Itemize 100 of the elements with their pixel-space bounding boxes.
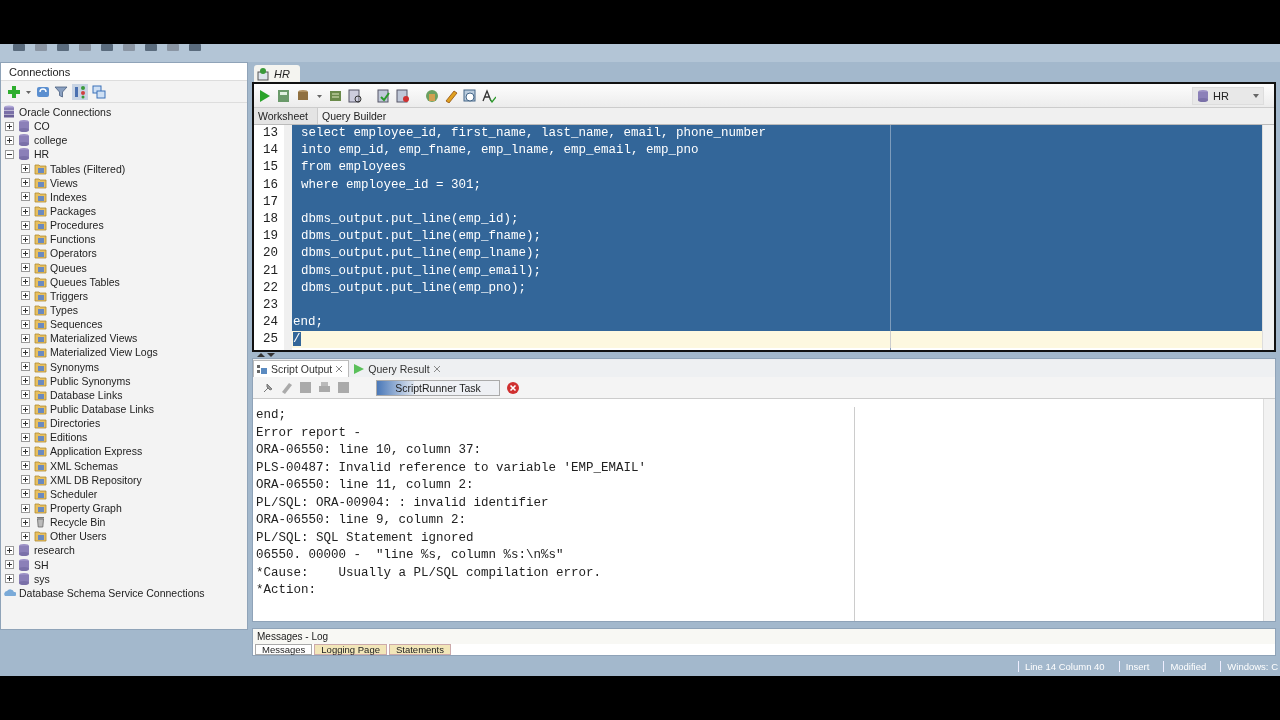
tab[interactable]: Statements [388, 644, 451, 655]
expand-icon[interactable] [5, 121, 14, 131]
tree-item[interactable]: Public Synonyms [50, 374, 131, 387]
expand-icon[interactable] [21, 305, 30, 315]
tab[interactable]: Logging Page [314, 644, 387, 655]
expand-icon[interactable] [21, 178, 30, 188]
expand-icon[interactable] [21, 432, 30, 442]
tree-item[interactable]: Database Links [50, 388, 123, 401]
expand-icon[interactable] [5, 135, 14, 145]
tree-item[interactable]: college [34, 134, 68, 147]
expand-icon[interactable] [21, 489, 30, 499]
expand-icon[interactable] [21, 263, 30, 273]
add-icon[interactable] [7, 84, 21, 99]
expand-icon[interactable] [21, 248, 30, 258]
refresh-icon[interactable] [36, 84, 50, 99]
tree-item[interactable]: Triggers [50, 289, 89, 302]
tree-item[interactable]: Sequences [50, 318, 103, 331]
close-icon[interactable] [432, 364, 441, 373]
tree-item[interactable]: Database Schema Service Connections [19, 586, 205, 599]
filter-icon[interactable] [54, 84, 68, 99]
tree-item[interactable]: Other Users [50, 530, 107, 543]
expand-icon[interactable] [21, 220, 30, 230]
expand-icon[interactable] [21, 446, 30, 456]
tree-item[interactable]: CO [34, 120, 50, 133]
run-icon[interactable] [258, 88, 272, 103]
rollback-icon[interactable] [396, 88, 410, 103]
expand-icon[interactable] [21, 234, 30, 244]
expand-icon[interactable] [21, 362, 30, 372]
expand-icon[interactable] [21, 319, 30, 329]
close-icon[interactable] [335, 365, 344, 373]
tree-item[interactable]: HR [34, 148, 50, 161]
tree-item[interactable]: Queues [50, 261, 87, 274]
tree-item[interactable]: Packages [50, 205, 97, 218]
expand-icon[interactable] [5, 574, 14, 584]
expand-icon[interactable] [21, 404, 30, 414]
connection-dropdown[interactable]: HR [1192, 86, 1264, 105]
tree-item[interactable]: Scheduler [50, 487, 98, 500]
pin-icon[interactable] [261, 381, 274, 394]
expand-icon[interactable] [21, 517, 30, 527]
format-icon[interactable] [482, 88, 496, 103]
tab[interactable]: Worksheet [254, 108, 318, 124]
tree-item[interactable]: Oracle Connections [19, 106, 112, 119]
tree-item[interactable]: Indexes [50, 190, 87, 203]
tree-item[interactable]: research [34, 544, 75, 557]
tree-item[interactable]: Synonyms [50, 360, 100, 373]
toolbar-icon[interactable] [56, 44, 70, 52]
tree-item[interactable]: Public Database Links [50, 403, 154, 415]
tree-item[interactable]: Recycle Bin [50, 516, 106, 529]
tree-item[interactable]: Editions [50, 431, 88, 444]
scrollbar[interactable] [1263, 399, 1275, 621]
tab[interactable]: Query Builder [318, 108, 393, 124]
database-icon[interactable] [296, 88, 310, 103]
tree-item[interactable]: Queues Tables [50, 275, 120, 288]
tree-item[interactable]: Functions [50, 233, 96, 246]
expand-icon[interactable] [21, 206, 30, 216]
tab[interactable]: Query Result [351, 360, 446, 377]
collapse-icon[interactable] [5, 150, 14, 159]
expand-icon[interactable] [21, 531, 30, 541]
expand-icon[interactable] [21, 376, 30, 386]
expand-icon[interactable] [21, 291, 30, 301]
tree-item[interactable]: XML Schemas [50, 459, 118, 472]
tree-item[interactable]: SH [34, 558, 49, 571]
tab[interactable]: Script Output [253, 360, 350, 377]
tree-item[interactable]: Materialized View Logs [50, 346, 158, 359]
expand-icon[interactable] [21, 277, 30, 287]
toolbar-icon[interactable] [188, 44, 202, 52]
expand-icon[interactable] [21, 347, 30, 357]
toolbar-icon[interactable] [100, 44, 114, 52]
windows-icon[interactable] [92, 84, 106, 99]
toolbar-icon[interactable] [12, 44, 26, 52]
tree-item[interactable]: sys [34, 572, 50, 585]
cancel-icon[interactable] [506, 380, 520, 395]
commit-icon[interactable] [377, 88, 391, 103]
expand-icon[interactable] [21, 192, 30, 202]
tree-item[interactable]: Operators [50, 247, 97, 260]
folder-icon [34, 387, 47, 402]
tree-item[interactable]: Types [50, 304, 78, 317]
tree-item[interactable]: Property Graph [50, 502, 122, 514]
tree-item[interactable]: Procedures [50, 219, 104, 232]
tree-item[interactable]: Views [50, 176, 78, 189]
expand-icon[interactable] [21, 164, 30, 174]
toolbar-icon[interactable] [144, 44, 158, 52]
scrollbar[interactable] [1262, 125, 1274, 350]
expand-icon[interactable] [5, 545, 14, 555]
expand-icon[interactable] [5, 560, 14, 570]
expand-icon[interactable] [21, 418, 30, 428]
expand-icon[interactable] [21, 390, 30, 400]
document-tab[interactable]: HR [254, 65, 300, 82]
expand-icon[interactable] [21, 333, 30, 343]
eraser-icon[interactable] [444, 88, 458, 103]
tab[interactable]: Messages [255, 644, 313, 655]
expand-icon[interactable] [21, 475, 30, 485]
tree-item[interactable]: Materialized Views [50, 332, 138, 345]
tree-item[interactable]: Directories [50, 417, 101, 430]
tree-item[interactable]: Tables (Filtered) [50, 162, 126, 175]
expand-icon[interactable] [21, 503, 30, 513]
expand-icon[interactable] [21, 461, 30, 471]
tree-item[interactable]: Application Express [50, 445, 143, 458]
collapse-arrows-icon[interactable] [256, 352, 276, 358]
tree-item[interactable]: XML DB Repository [50, 473, 142, 486]
